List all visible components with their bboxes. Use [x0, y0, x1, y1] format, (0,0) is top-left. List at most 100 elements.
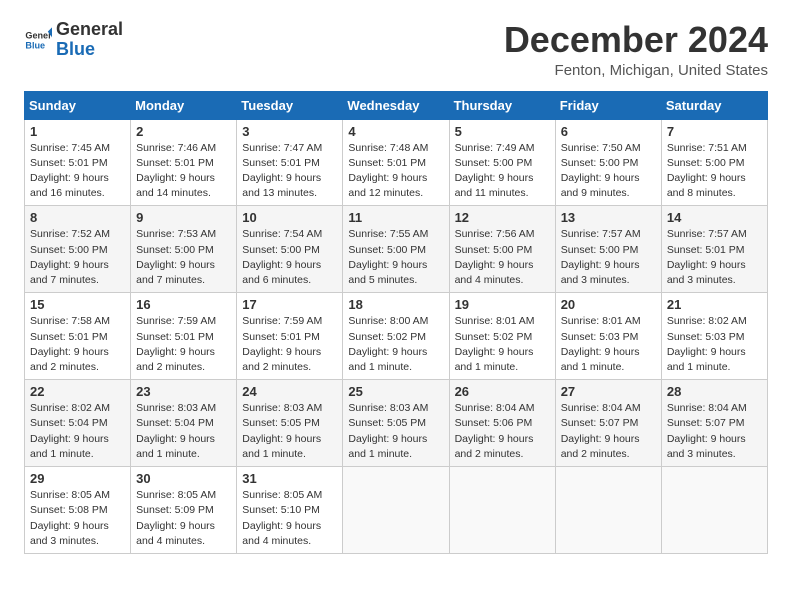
week-row-1: 1 Sunrise: 7:45 AMSunset: 5:01 PMDaylight…	[25, 119, 768, 206]
day-info: Sunrise: 8:03 AMSunset: 5:05 PMDaylight:…	[242, 401, 337, 462]
day-info: Sunrise: 8:03 AMSunset: 5:04 PMDaylight:…	[136, 401, 231, 462]
day-info: Sunrise: 7:48 AMSunset: 5:01 PMDaylight:…	[348, 141, 443, 202]
day-info: Sunrise: 7:57 AMSunset: 5:01 PMDaylight:…	[667, 227, 762, 288]
calendar-cell: 1 Sunrise: 7:45 AMSunset: 5:01 PMDaylight…	[25, 119, 131, 206]
calendar-cell: 19 Sunrise: 8:01 AMSunset: 5:02 PMDayligh…	[449, 293, 555, 380]
day-info: Sunrise: 7:59 AMSunset: 5:01 PMDaylight:…	[136, 314, 231, 375]
day-info: Sunrise: 8:02 AMSunset: 5:03 PMDaylight:…	[667, 314, 762, 375]
weekday-monday: Monday	[131, 91, 237, 119]
calendar-cell: 7Sunrise: 7:51 AMSunset: 5:00 PMDaylight…	[661, 119, 767, 206]
location: Fenton, Michigan, United States	[504, 62, 768, 79]
day-info: Sunrise: 7:57 AMSunset: 5:00 PMDaylight:…	[561, 227, 656, 288]
day-number: 31	[242, 471, 337, 486]
weekday-wednesday: Wednesday	[343, 91, 449, 119]
week-row-2: 8 Sunrise: 7:52 AMSunset: 5:00 PMDaylight…	[25, 206, 768, 293]
calendar-cell	[343, 467, 449, 554]
day-number: 15	[30, 297, 125, 312]
title-block: December 2024 Fenton, Michigan, United S…	[504, 20, 768, 79]
day-number: 3	[242, 124, 337, 139]
calendar-cell: 6Sunrise: 7:50 AMSunset: 5:00 PMDaylight…	[555, 119, 661, 206]
day-info: Sunrise: 7:52 AMSunset: 5:00 PMDaylight:…	[30, 227, 125, 288]
day-number: 14	[667, 210, 762, 225]
day-info: Sunrise: 7:45 AMSunset: 5:01 PMDaylight:…	[30, 141, 125, 202]
day-number: 24	[242, 384, 337, 399]
svg-text:General: General	[25, 30, 52, 40]
day-info: Sunrise: 8:01 AMSunset: 5:03 PMDaylight:…	[561, 314, 656, 375]
month-title: December 2024	[504, 20, 768, 60]
svg-text:Blue: Blue	[25, 40, 45, 50]
calendar-cell: 16 Sunrise: 7:59 AMSunset: 5:01 PMDayligh…	[131, 293, 237, 380]
day-number: 19	[455, 297, 550, 312]
week-row-5: 29Sunrise: 8:05 AMSunset: 5:08 PMDayligh…	[25, 467, 768, 554]
weekday-saturday: Saturday	[661, 91, 767, 119]
day-info: Sunrise: 8:04 AMSunset: 5:07 PMDaylight:…	[667, 401, 762, 462]
day-info: Sunrise: 7:47 AMSunset: 5:01 PMDaylight:…	[242, 141, 337, 202]
day-info: Sunrise: 7:58 AMSunset: 5:01 PMDaylight:…	[30, 314, 125, 375]
calendar-cell: 8 Sunrise: 7:52 AMSunset: 5:00 PMDaylight…	[25, 206, 131, 293]
day-number: 30	[136, 471, 231, 486]
weekday-header-row: SundayMondayTuesdayWednesdayThursdayFrid…	[25, 91, 768, 119]
day-number: 21	[667, 297, 762, 312]
day-number: 23	[136, 384, 231, 399]
day-info: Sunrise: 7:59 AMSunset: 5:01 PMDaylight:…	[242, 314, 337, 375]
calendar-cell: 3 Sunrise: 7:47 AMSunset: 5:01 PMDaylight…	[237, 119, 343, 206]
week-row-4: 22Sunrise: 8:02 AMSunset: 5:04 PMDayligh…	[25, 380, 768, 467]
day-number: 4	[348, 124, 443, 139]
day-info: Sunrise: 7:49 AMSunset: 5:00 PMDaylight:…	[455, 141, 550, 202]
day-number: 27	[561, 384, 656, 399]
day-number: 18	[348, 297, 443, 312]
day-info: Sunrise: 7:46 AMSunset: 5:01 PMDaylight:…	[136, 141, 231, 202]
week-row-3: 15 Sunrise: 7:58 AMSunset: 5:01 PMDayligh…	[25, 293, 768, 380]
weekday-tuesday: Tuesday	[237, 91, 343, 119]
calendar-cell: 26 Sunrise: 8:04 AMSunset: 5:06 PMDayligh…	[449, 380, 555, 467]
calendar-cell: 12 Sunrise: 7:56 AMSunset: 5:00 PMDayligh…	[449, 206, 555, 293]
calendar-cell: 9 Sunrise: 7:53 AMSunset: 5:00 PMDaylight…	[131, 206, 237, 293]
calendar-cell: 4 Sunrise: 7:48 AMSunset: 5:01 PMDaylight…	[343, 119, 449, 206]
calendar-cell: 23 Sunrise: 8:03 AMSunset: 5:04 PMDayligh…	[131, 380, 237, 467]
logo-text: General Blue	[56, 20, 123, 60]
calendar-cell: 5Sunrise: 7:49 AMSunset: 5:00 PMDaylight…	[449, 119, 555, 206]
logo: General Blue General Blue	[24, 20, 123, 60]
day-number: 7	[667, 124, 762, 139]
day-number: 1	[30, 124, 125, 139]
day-number: 6	[561, 124, 656, 139]
calendar-cell: 24 Sunrise: 8:03 AMSunset: 5:05 PMDayligh…	[237, 380, 343, 467]
calendar-cell	[555, 467, 661, 554]
calendar-cell: 22Sunrise: 8:02 AMSunset: 5:04 PMDayligh…	[25, 380, 131, 467]
day-info: Sunrise: 7:54 AMSunset: 5:00 PMDaylight:…	[242, 227, 337, 288]
calendar-cell: 28Sunrise: 8:04 AMSunset: 5:07 PMDayligh…	[661, 380, 767, 467]
calendar-cell: 30Sunrise: 8:05 AMSunset: 5:09 PMDayligh…	[131, 467, 237, 554]
day-number: 25	[348, 384, 443, 399]
day-info: Sunrise: 8:00 AMSunset: 5:02 PMDaylight:…	[348, 314, 443, 375]
page-header: General Blue General Blue December 2024 …	[24, 20, 768, 79]
day-info: Sunrise: 8:03 AMSunset: 5:05 PMDaylight:…	[348, 401, 443, 462]
day-number: 26	[455, 384, 550, 399]
day-number: 9	[136, 210, 231, 225]
day-number: 16	[136, 297, 231, 312]
calendar-cell: 27Sunrise: 8:04 AMSunset: 5:07 PMDayligh…	[555, 380, 661, 467]
day-number: 13	[561, 210, 656, 225]
day-info: Sunrise: 7:53 AMSunset: 5:00 PMDaylight:…	[136, 227, 231, 288]
calendar-cell: 18 Sunrise: 8:00 AMSunset: 5:02 PMDayligh…	[343, 293, 449, 380]
calendar-cell: 13 Sunrise: 7:57 AMSunset: 5:00 PMDayligh…	[555, 206, 661, 293]
day-info: Sunrise: 8:05 AMSunset: 5:08 PMDaylight:…	[30, 488, 125, 549]
calendar-cell: 2Sunrise: 7:46 AMSunset: 5:01 PMDaylight…	[131, 119, 237, 206]
day-number: 10	[242, 210, 337, 225]
day-info: Sunrise: 8:05 AMSunset: 5:10 PMDaylight:…	[242, 488, 337, 549]
calendar-cell: 11Sunrise: 7:55 AMSunset: 5:00 PMDayligh…	[343, 206, 449, 293]
day-number: 8	[30, 210, 125, 225]
day-info: Sunrise: 7:55 AMSunset: 5:00 PMDaylight:…	[348, 227, 443, 288]
day-info: Sunrise: 7:56 AMSunset: 5:00 PMDaylight:…	[455, 227, 550, 288]
calendar-cell: 20Sunrise: 8:01 AMSunset: 5:03 PMDayligh…	[555, 293, 661, 380]
calendar-cell: 29Sunrise: 8:05 AMSunset: 5:08 PMDayligh…	[25, 467, 131, 554]
calendar-cell	[661, 467, 767, 554]
calendar-cell: 31 Sunrise: 8:05 AMSunset: 5:10 PMDayligh…	[237, 467, 343, 554]
calendar-cell: 15 Sunrise: 7:58 AMSunset: 5:01 PMDayligh…	[25, 293, 131, 380]
day-info: Sunrise: 8:04 AMSunset: 5:06 PMDaylight:…	[455, 401, 550, 462]
day-number: 12	[455, 210, 550, 225]
calendar-cell: 10 Sunrise: 7:54 AMSunset: 5:00 PMDayligh…	[237, 206, 343, 293]
calendar-cell	[449, 467, 555, 554]
day-number: 22	[30, 384, 125, 399]
weekday-thursday: Thursday	[449, 91, 555, 119]
day-info: Sunrise: 8:01 AMSunset: 5:02 PMDaylight:…	[455, 314, 550, 375]
